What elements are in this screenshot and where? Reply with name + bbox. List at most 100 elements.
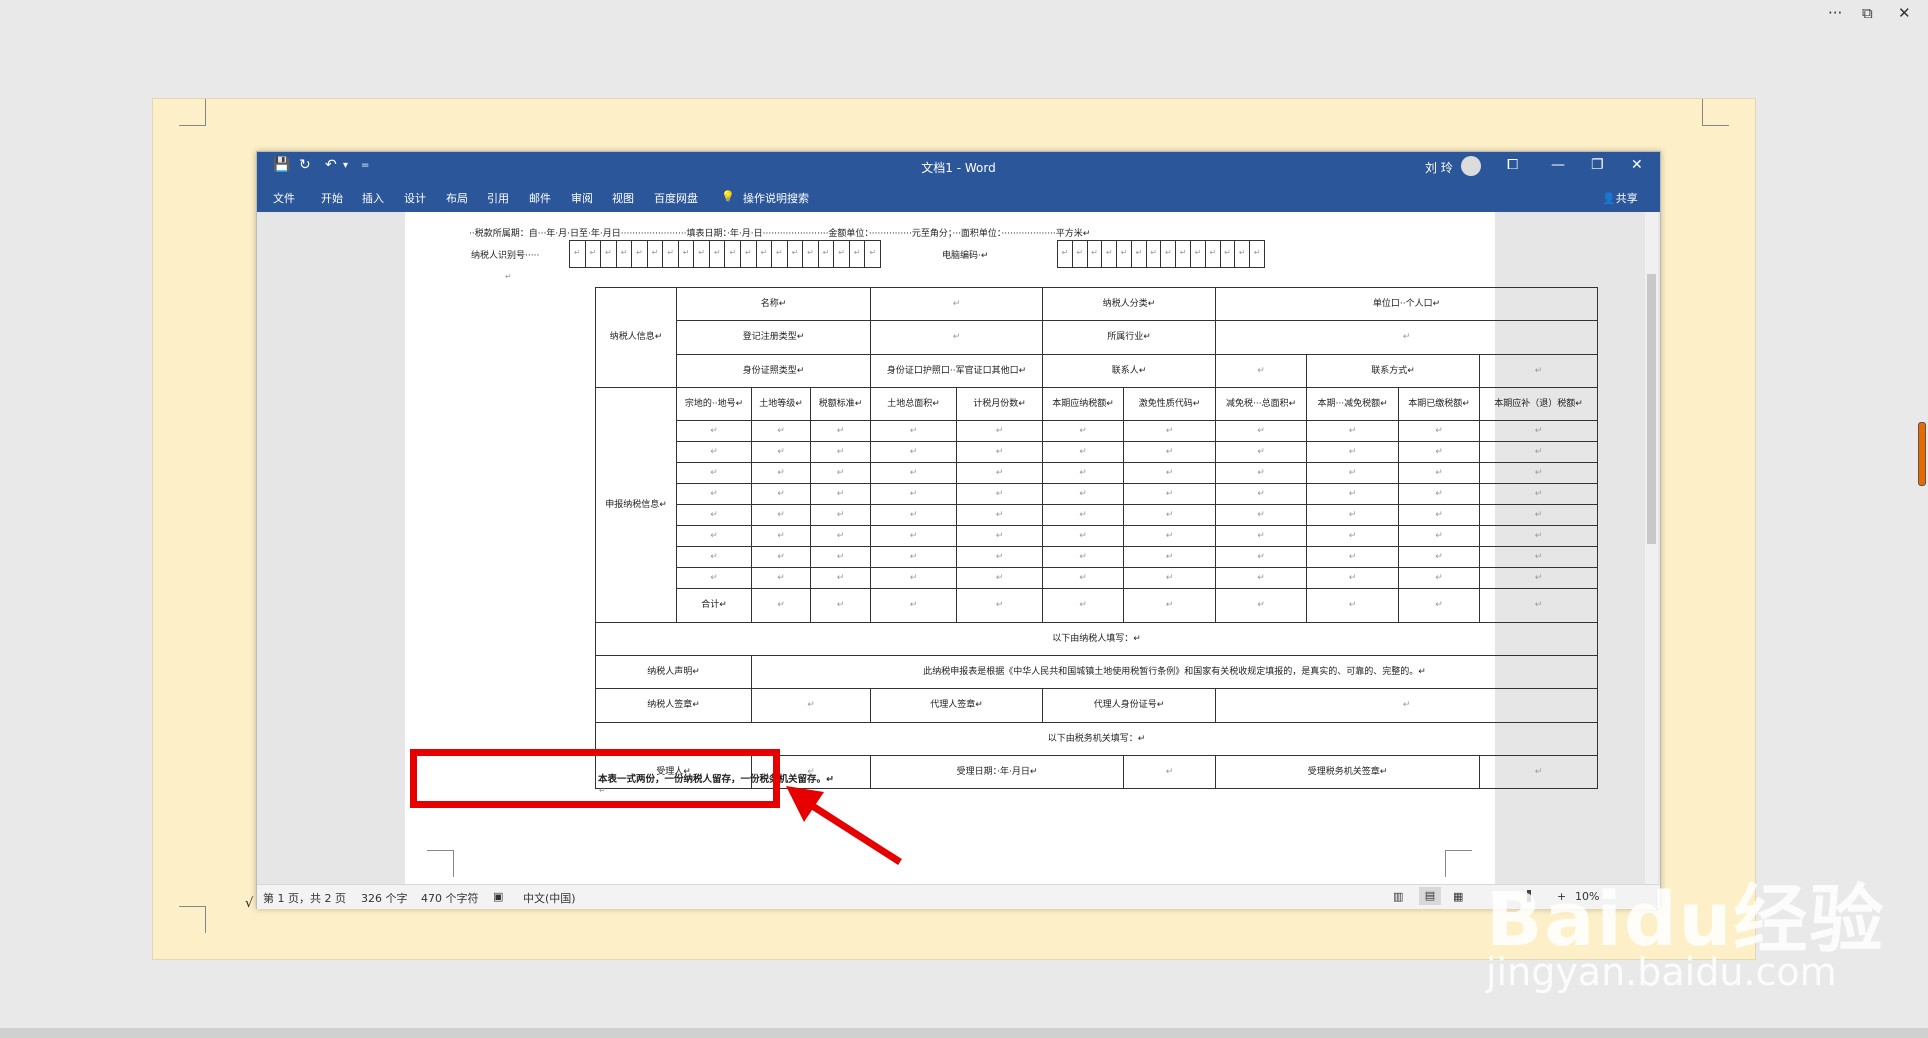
vertical-scrollbar[interactable] — [1645, 212, 1658, 884]
table-cell[interactable]: ↵ — [1398, 441, 1481, 463]
total-cell[interactable]: ↵ — [1479, 588, 1599, 623]
table-cell[interactable]: ↵ — [870, 546, 958, 568]
table-cell[interactable]: ↵ — [1306, 420, 1400, 442]
table-cell[interactable]: ↵ — [751, 420, 811, 442]
table-cell[interactable]: ↵ — [1398, 525, 1481, 547]
table-cell[interactable]: ↵ — [1042, 546, 1125, 568]
table-cell[interactable]: ↵ — [751, 525, 811, 547]
total-cell[interactable]: ↵ — [1123, 588, 1217, 623]
table-cell[interactable]: ↵ — [1398, 483, 1481, 505]
close-icon[interactable]: ✕ — [1631, 157, 1643, 173]
total-cell[interactable]: ↵ — [1398, 588, 1481, 623]
table-cell[interactable]: ↵ — [870, 441, 958, 463]
table-cell[interactable]: ↵ — [676, 462, 752, 484]
table-cell[interactable]: ↵ — [1479, 483, 1599, 505]
table-cell[interactable]: ↵ — [1306, 483, 1400, 505]
table-cell[interactable]: ↵ — [676, 420, 752, 442]
table-cell[interactable]: ↵ — [809, 441, 872, 463]
computer-code-boxes[interactable]: ↵ ↵ ↵ ↵ ↵ ↵ ↵ ↵ ↵ ↵ ↵ ↵ ↵ ↵ — [1057, 240, 1265, 268]
unit-person-options[interactable]: 单位口··个人口↵ — [1215, 287, 1599, 321]
table-cell[interactable]: ↵ — [956, 441, 1044, 463]
table-cell[interactable]: ↵ — [676, 483, 752, 505]
table-cell[interactable]: ↵ — [1479, 504, 1599, 526]
tab-design[interactable]: 设计 — [404, 190, 426, 206]
table-cell[interactable]: ↵ — [1398, 462, 1481, 484]
table-cell[interactable]: ↵ — [676, 525, 752, 547]
table-cell[interactable]: ↵ — [809, 567, 872, 589]
table-cell[interactable]: ↵ — [1398, 546, 1481, 568]
ribbon-display-icon[interactable]: ⧠ — [1507, 157, 1518, 173]
table-cell[interactable]: ↵ — [751, 546, 811, 568]
table-cell[interactable]: ↵ — [809, 504, 872, 526]
taxpayer-id-boxes[interactable]: ↵ ↵ ↵ ↵ ↵ ↵ ↵ ↵ ↵ ↵ ↵ ↵ ↵ ↵ ↵ ↵ ↵ ↵ ↵ ↵ — [569, 240, 881, 268]
table-cell[interactable]: ↵ — [1042, 441, 1125, 463]
table-cell[interactable]: ↵ — [1306, 462, 1400, 484]
table-cell[interactable]: ↵ — [870, 462, 958, 484]
table-cell[interactable]: ↵ — [1042, 567, 1125, 589]
table-cell[interactable]: ↵ — [1042, 525, 1125, 547]
table-cell[interactable]: ↵ — [1123, 483, 1217, 505]
contact-method-cell[interactable]: ↵ — [1479, 354, 1599, 388]
print-layout-icon[interactable]: ▤ — [1419, 887, 1441, 905]
table-cell[interactable]: ↵ — [1042, 420, 1125, 442]
page-count[interactable]: 第 1 页，共 2 页 — [263, 890, 346, 906]
table-cell[interactable]: ↵ — [676, 441, 752, 463]
table-cell[interactable]: ↵ — [751, 441, 811, 463]
table-cell[interactable]: ↵ — [1215, 546, 1308, 568]
id-type-options[interactable]: 身份证口护照口··军官证口其他口↵ — [870, 354, 1044, 388]
table-cell[interactable]: ↵ — [751, 567, 811, 589]
table-cell[interactable]: ↵ — [1215, 567, 1308, 589]
office-stamp-cell[interactable]: ↵ — [1479, 755, 1599, 789]
table-cell[interactable]: ↵ — [809, 525, 872, 547]
close-icon[interactable]: ✕ — [1898, 4, 1911, 22]
table-cell[interactable]: ↵ — [1123, 546, 1217, 568]
table-cell[interactable]: ↵ — [1123, 504, 1217, 526]
accept-date-cell[interactable]: ↵ — [1123, 755, 1217, 789]
table-cell[interactable]: ↵ — [956, 504, 1044, 526]
web-layout-icon[interactable]: ▦ — [1453, 890, 1463, 903]
table-cell[interactable]: ↵ — [676, 504, 752, 526]
table-cell[interactable]: ↵ — [1479, 567, 1599, 589]
table-cell[interactable]: ↵ — [1215, 462, 1308, 484]
table-cell[interactable]: ↵ — [1479, 441, 1599, 463]
table-cell[interactable]: ↵ — [956, 483, 1044, 505]
minimize-icon[interactable]: — — [1551, 157, 1565, 173]
tab-review[interactable]: 审阅 — [571, 190, 593, 206]
registration-type-cell[interactable]: ↵ — [870, 320, 1044, 355]
total-cell[interactable]: ↵ — [956, 588, 1044, 623]
restore-icon[interactable]: ⧉ — [1862, 4, 1873, 22]
table-cell[interactable]: ↵ — [870, 504, 958, 526]
table-cell[interactable]: ↵ — [1306, 525, 1400, 547]
name-cell[interactable]: ↵ — [870, 287, 1044, 321]
table-cell[interactable]: ↵ — [1123, 420, 1217, 442]
more-icon[interactable]: ··· — [1828, 4, 1842, 22]
tab-layout[interactable]: 布局 — [446, 190, 468, 206]
table-cell[interactable]: ↵ — [1398, 504, 1481, 526]
table-cell[interactable]: ↵ — [809, 420, 872, 442]
table-cell[interactable]: ↵ — [1215, 420, 1308, 442]
table-cell[interactable]: ↵ — [751, 504, 811, 526]
total-cell[interactable]: ↵ — [809, 588, 872, 623]
tab-baidu-pan[interactable]: 百度网盘 — [654, 190, 698, 206]
table-cell[interactable]: ↵ — [956, 546, 1044, 568]
table-cell[interactable]: ↵ — [956, 462, 1044, 484]
table-cell[interactable]: ↵ — [1306, 567, 1400, 589]
word-count[interactable]: 326 个字 — [361, 890, 408, 906]
restore-icon[interactable]: ❐ — [1591, 157, 1604, 173]
table-cell[interactable]: ↵ — [1215, 525, 1308, 547]
table-cell[interactable]: ↵ — [1215, 441, 1308, 463]
tab-home[interactable]: 开始 — [321, 190, 343, 206]
proofing-icon[interactable]: ▣ — [493, 890, 503, 903]
language[interactable]: 中文(中国) — [523, 890, 576, 906]
table-cell[interactable]: ↵ — [1479, 525, 1599, 547]
total-cell[interactable]: ↵ — [1306, 588, 1400, 623]
scrollbar-thumb[interactable] — [1647, 274, 1656, 544]
table-cell[interactable]: ↵ — [1398, 567, 1481, 589]
total-cell[interactable]: ↵ — [751, 588, 811, 623]
read-mode-icon[interactable]: ▥ — [1393, 890, 1403, 903]
tab-references[interactable]: 引用 — [487, 190, 509, 206]
table-cell[interactable]: ↵ — [956, 525, 1044, 547]
table-cell[interactable]: ↵ — [1479, 546, 1599, 568]
taxpayer-sign-cell[interactable]: ↵ — [750, 688, 872, 723]
agent-id-cell[interactable]: ↵ — [1215, 688, 1599, 723]
